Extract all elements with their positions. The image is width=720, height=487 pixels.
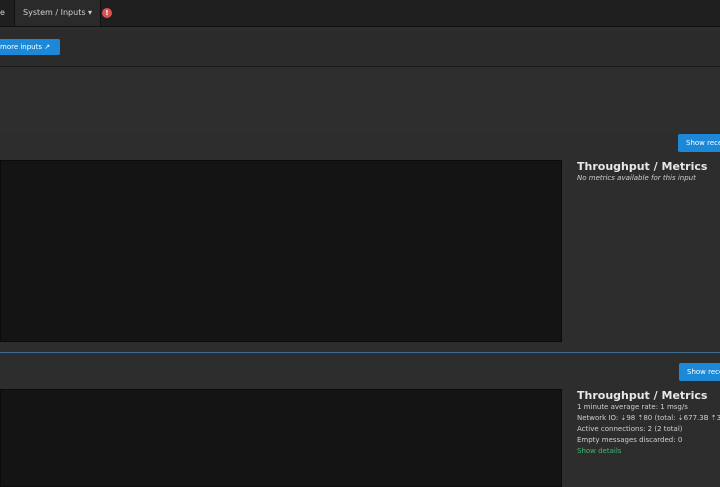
system-inputs-menu[interactable]: System / Inputs ▾ [14,0,102,26]
more-inputs-button[interactable]: more inputs ↗ [0,39,60,55]
metrics-line: Empty messages discarded: 0 [577,436,683,444]
nav-item-partial[interactable]: e [0,0,12,26]
notification-badge[interactable]: ! [102,8,112,18]
input-panel-2: Show rece Throughput / Metrics 1 minute … [0,352,720,487]
metrics-title: Throughput / Metrics [577,389,708,402]
metrics-panel: Throughput / Metrics No metrics availabl… [577,160,720,184]
metrics-line: Network IO: ⇣98 ⇡80 (total: ⇣677.3B ⇡3 [577,414,720,422]
metrics-line: Active connections: 2 (2 total) [577,425,683,433]
throughput-graph [0,160,562,342]
inputs-toolbar: more inputs ↗ [0,30,720,67]
metrics-line: 1 minute average rate: 1 msg/s [577,403,688,411]
metrics-line: No metrics available for this input [577,174,696,182]
metrics-title: Throughput / Metrics [577,160,708,173]
input-panel-1: Show rece Throughput / Metrics No metric… [0,132,720,352]
throughput-graph [0,389,562,487]
show-details-link[interactable]: Show details [577,446,720,457]
top-navbar: e System / Inputs ▾ ! [0,0,720,27]
metrics-panel: Throughput / Metrics 1 minute average ra… [577,389,720,457]
show-received-messages-button[interactable]: Show rece [679,363,720,381]
show-received-messages-button[interactable]: Show rece [678,134,720,152]
